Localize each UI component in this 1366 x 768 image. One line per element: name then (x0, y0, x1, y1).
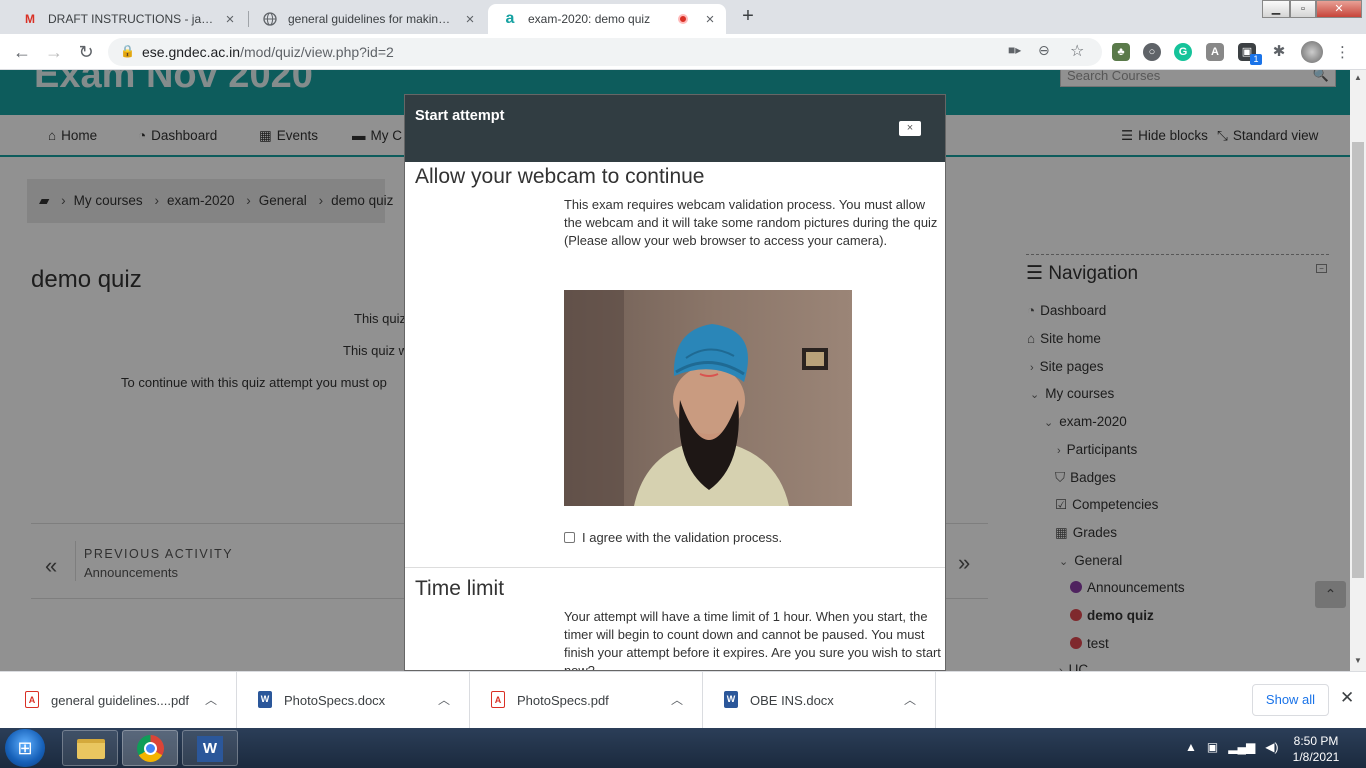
moodle-icon: a (505, 10, 515, 27)
new-tab-button[interactable]: + (734, 5, 762, 29)
gmail-icon: M (25, 12, 35, 26)
agree-checkbox[interactable] (564, 532, 575, 543)
download-item[interactable]: A general guidelines....pdf ︿ (3, 672, 237, 729)
camera-in-use-icon[interactable]: ■▸ (1008, 43, 1021, 57)
extension-badge: 1 (1250, 54, 1262, 65)
url-host: ese.gndec.ac.in (142, 44, 241, 60)
dialog-header: Start attempt × (405, 95, 945, 162)
extension-icon[interactable]: ♣ (1112, 43, 1130, 61)
download-filename: PhotoSpecs.pdf (517, 693, 609, 708)
chevron-up-icon[interactable]: ︿ (205, 691, 217, 708)
tab-title: DRAFT INSTRUCTIONS - jagdeep (48, 12, 216, 26)
file-explorer-button[interactable] (62, 730, 118, 766)
tab-title: general guidelines for making qu (288, 12, 456, 26)
start-button[interactable]: ⊞ (5, 729, 45, 767)
time-limit-heading: Time limit (415, 577, 505, 600)
clock[interactable]: 8:50 PM 1/8/2021 (1280, 733, 1352, 765)
extension-circle-icon[interactable]: ○ (1143, 43, 1161, 61)
word-button[interactable]: W (182, 730, 238, 766)
folder-icon (77, 739, 105, 759)
lock-icon: 🔒 (120, 44, 135, 58)
minimize-window-button[interactable]: ▁ (1262, 0, 1290, 18)
download-item[interactable]: A PhotoSpecs.pdf ︿ (469, 672, 703, 729)
downloads-bar: A general guidelines....pdf ︿ W PhotoSpe… (0, 671, 1366, 729)
scroll-up-icon[interactable]: ▲ (1354, 73, 1362, 82)
url-path: /mod/quiz/view.php?id=2 (240, 44, 394, 60)
close-tab-icon[interactable]: × (222, 11, 238, 28)
tab-demo-quiz[interactable]: a exam-2020: demo quiz × (488, 4, 726, 34)
word-file-icon: W (258, 691, 272, 708)
signal-icon[interactable]: ▂▄▆ (1228, 740, 1255, 754)
close-window-button[interactable]: ✕ (1316, 0, 1362, 18)
zoom-icon[interactable]: ⊖ (1038, 42, 1050, 59)
download-filename: general guidelines....pdf (51, 693, 190, 708)
tray-expand-icon[interactable]: ▲ (1185, 740, 1197, 754)
start-attempt-dialog: Start attempt × Allow your webcam to con… (404, 94, 946, 671)
pdf-file-icon: A (491, 691, 505, 708)
reload-icon[interactable]: ↻ (74, 40, 98, 64)
close-dialog-button[interactable]: × (899, 121, 921, 136)
webcam-description: This exam requires webcam validation pro… (564, 196, 942, 250)
chrome-button[interactable] (122, 730, 178, 766)
globe-icon (262, 11, 278, 27)
recording-icon (678, 14, 688, 24)
download-filename: PhotoSpecs.docx (284, 693, 386, 708)
url-text: ese.gndec.ac.in/mod/quiz/view.php?id=2 (142, 44, 394, 60)
webcam-preview (564, 290, 852, 506)
pdf-extension-icon[interactable]: A (1206, 43, 1224, 61)
tab-guidelines[interactable]: general guidelines for making qu × (248, 4, 486, 34)
word-file-icon: W (724, 691, 738, 708)
webcam-image (564, 290, 852, 506)
webcam-heading: Allow your webcam to continue (415, 165, 705, 188)
scrollbar-thumb[interactable] (1352, 142, 1364, 578)
maximize-window-button[interactable]: ▫ (1290, 0, 1316, 18)
grammarly-icon[interactable]: G (1174, 43, 1192, 61)
bookmark-star-icon[interactable]: ☆ (1070, 41, 1084, 61)
dialog-title: Start attempt (415, 108, 505, 124)
close-icon[interactable]: ✕ (1340, 688, 1354, 708)
chrome-icon (137, 735, 164, 762)
close-tab-icon[interactable]: × (462, 11, 478, 28)
agree-checkbox-row[interactable]: I agree with the validation process. (564, 530, 782, 545)
download-item[interactable]: W PhotoSpecs.docx ︿ (236, 672, 470, 729)
agree-label: I agree with the validation process. (582, 530, 783, 545)
extensions-puzzle-icon[interactable]: ✱ (1270, 43, 1288, 61)
taskbar: ⊞ W ▲ ▣ ▂▄▆ ◀) 8:50 PM 1/8/2021 (0, 728, 1366, 768)
page-scrollbar[interactable]: ▲ ▼ (1350, 70, 1366, 671)
browser-toolbar: ← → ↻ 🔒 ese.gndec.ac.in/mod/quiz/view.ph… (0, 34, 1366, 70)
device-icon[interactable]: ▣ (1207, 740, 1218, 754)
word-icon: W (197, 736, 223, 762)
tab-gmail[interactable]: M DRAFT INSTRUCTIONS - jagdeep × (8, 4, 246, 34)
download-item[interactable]: W OBE INS.docx ︿ (702, 672, 936, 729)
browser-menu-icon[interactable]: ⋮ (1335, 43, 1350, 61)
chevron-up-icon[interactable]: ︿ (904, 691, 916, 708)
tab-strip: M DRAFT INSTRUCTIONS - jagdeep × general… (0, 0, 1366, 34)
clock-date: 1/8/2021 (1292, 750, 1340, 764)
show-all-downloads-button[interactable]: Show all (1252, 684, 1329, 716)
download-filename: OBE INS.docx (750, 693, 834, 708)
forward-icon[interactable]: → (42, 40, 66, 64)
divider (405, 567, 945, 568)
chevron-up-icon[interactable]: ︿ (438, 691, 450, 708)
scroll-down-icon[interactable]: ▼ (1354, 656, 1362, 665)
address-bar[interactable]: 🔒 ese.gndec.ac.in/mod/quiz/view.php?id=2… (108, 38, 1102, 66)
time-limit-text: Your attempt will have a time limit of 1… (564, 609, 941, 671)
tab-title: exam-2020: demo quiz (528, 12, 651, 26)
volume-icon[interactable]: ◀) (1265, 740, 1278, 754)
back-icon[interactable]: ← (10, 40, 34, 64)
close-tab-icon[interactable]: × (702, 11, 718, 28)
webcam-text: This exam requires webcam validation pro… (564, 197, 938, 230)
clock-time: 8:50 PM (1293, 734, 1339, 748)
pdf-file-icon: A (25, 691, 39, 708)
system-tray: ▲ ▣ ▂▄▆ ◀) (1185, 740, 1278, 754)
webcam-note: (Please allow your web browser to access… (564, 233, 888, 248)
chevron-up-icon[interactable]: ︿ (671, 691, 683, 708)
profile-avatar[interactable] (1301, 41, 1323, 63)
